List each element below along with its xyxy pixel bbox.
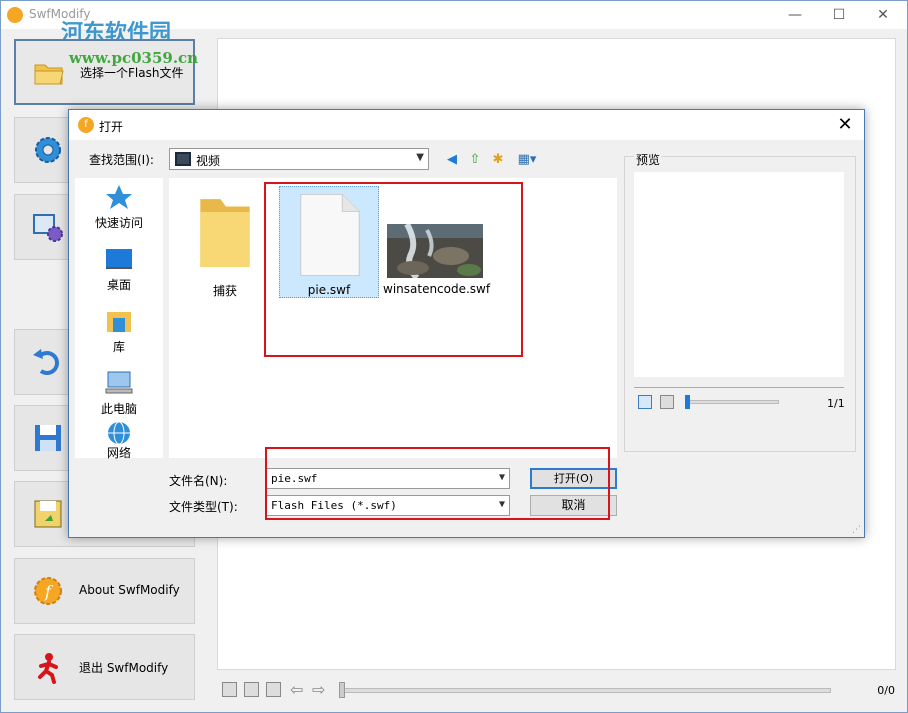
place-label: 此电脑 <box>100 402 137 416</box>
maximize-button[interactable]: ☐ <box>817 1 861 29</box>
video-folder-icon <box>175 152 191 166</box>
about-button[interactable]: f About SwfModify <box>14 558 195 624</box>
preview-frame-counter: 1/1 <box>827 397 845 410</box>
timeline-slider[interactable] <box>341 688 831 693</box>
rewind-button[interactable] <box>266 682 281 697</box>
about-label: About SwfModify <box>79 583 180 597</box>
network-globe-icon <box>108 421 130 445</box>
preview-divider <box>634 387 844 388</box>
view-menu-icon[interactable]: ▦▾ <box>514 151 540 169</box>
preview-box <box>634 172 844 377</box>
folder-open-icon <box>34 64 64 85</box>
dialog-title: 打开 <box>99 120 124 134</box>
preview-label: 预览 <box>634 151 663 168</box>
running-man-icon <box>38 653 58 684</box>
filename-label: 文件名(N): <box>169 474 228 488</box>
swf-logo-icon: f <box>34 577 62 605</box>
place-label: 库 <box>112 340 125 354</box>
filetype-label: 文件类型(T): <box>169 500 238 514</box>
save-as-icon <box>34 500 62 528</box>
place-label: 快速访问 <box>94 216 143 230</box>
place-network[interactable]: 网络 <box>75 421 163 460</box>
place-label: 网络 <box>106 446 131 460</box>
exit-label: 退出 SwfModify <box>79 661 169 675</box>
places-bar: 快速访问 桌面 库 此电脑 网络 <box>75 178 163 460</box>
form-highlight-box <box>265 447 610 520</box>
file-name: 捕获 <box>212 284 237 298</box>
timeline-slider-thumb[interactable] <box>339 682 345 698</box>
player-controls: ⇦ ⇨ 0/0 <box>217 677 897 703</box>
open-file-dialog: f 打开 ✕ 查找范围(I): 视频 ▼ ◀ ⇧ ✱ ▦▾ 快速访问 桌面 库 … <box>68 109 865 538</box>
preview-slider[interactable] <box>685 400 779 404</box>
chevron-down-icon: ▼ <box>416 152 424 163</box>
window-gear-icon <box>33 214 63 242</box>
preview-stop-button[interactable] <box>660 395 674 409</box>
up-folder-icon[interactable]: ⇧ <box>466 151 484 169</box>
stop-button[interactable] <box>244 682 259 697</box>
place-this-pc[interactable]: 此电脑 <box>75 364 163 424</box>
desktop-icon <box>106 249 132 269</box>
files-highlight-box <box>264 182 523 357</box>
close-button[interactable]: ✕ <box>861 1 905 29</box>
place-label: 桌面 <box>106 278 131 292</box>
file-item-folder[interactable]: 捕获 <box>175 186 275 298</box>
folder-icon <box>200 199 250 267</box>
minimize-button[interactable]: — <box>773 1 817 29</box>
place-libraries[interactable]: 库 <box>75 302 163 362</box>
gear-icon <box>35 137 61 163</box>
preview-play-button[interactable] <box>638 395 652 409</box>
library-icon <box>107 312 131 332</box>
dialog-close-button[interactable]: ✕ <box>830 112 860 138</box>
swf-logo-icon: f <box>78 117 94 133</box>
arrow-right-icon[interactable]: ⇨ <box>312 680 325 699</box>
look-in-value: 视频 <box>196 154 221 168</box>
place-desktop[interactable]: 桌面 <box>75 240 163 300</box>
resize-grip-icon[interactable]: ⋰ <box>852 525 862 535</box>
arrow-left-icon[interactable]: ⇦ <box>290 680 303 699</box>
computer-icon <box>105 371 133 394</box>
undo-icon <box>33 349 59 375</box>
frame-counter: 0/0 <box>877 684 895 697</box>
floppy-disk-icon <box>35 425 61 451</box>
watermark-url-text: www.pc0359.cn <box>69 49 199 67</box>
star-icon <box>106 185 132 209</box>
look-in-dropdown[interactable]: 视频 ▼ <box>169 148 429 170</box>
look-in-label: 查找范围(I): <box>89 153 154 167</box>
play-button[interactable] <box>222 682 237 697</box>
dialog-titlebar: f 打开 ✕ <box>69 110 864 140</box>
exit-button[interactable]: 退出 SwfModify <box>14 634 195 700</box>
back-arrow-icon[interactable]: ◀ <box>443 151 461 169</box>
preview-slider-thumb[interactable] <box>685 395 690 409</box>
new-folder-icon[interactable]: ✱ <box>489 151 507 169</box>
app-logo-icon <box>7 7 23 23</box>
place-quick-access[interactable]: 快速访问 <box>75 178 163 238</box>
